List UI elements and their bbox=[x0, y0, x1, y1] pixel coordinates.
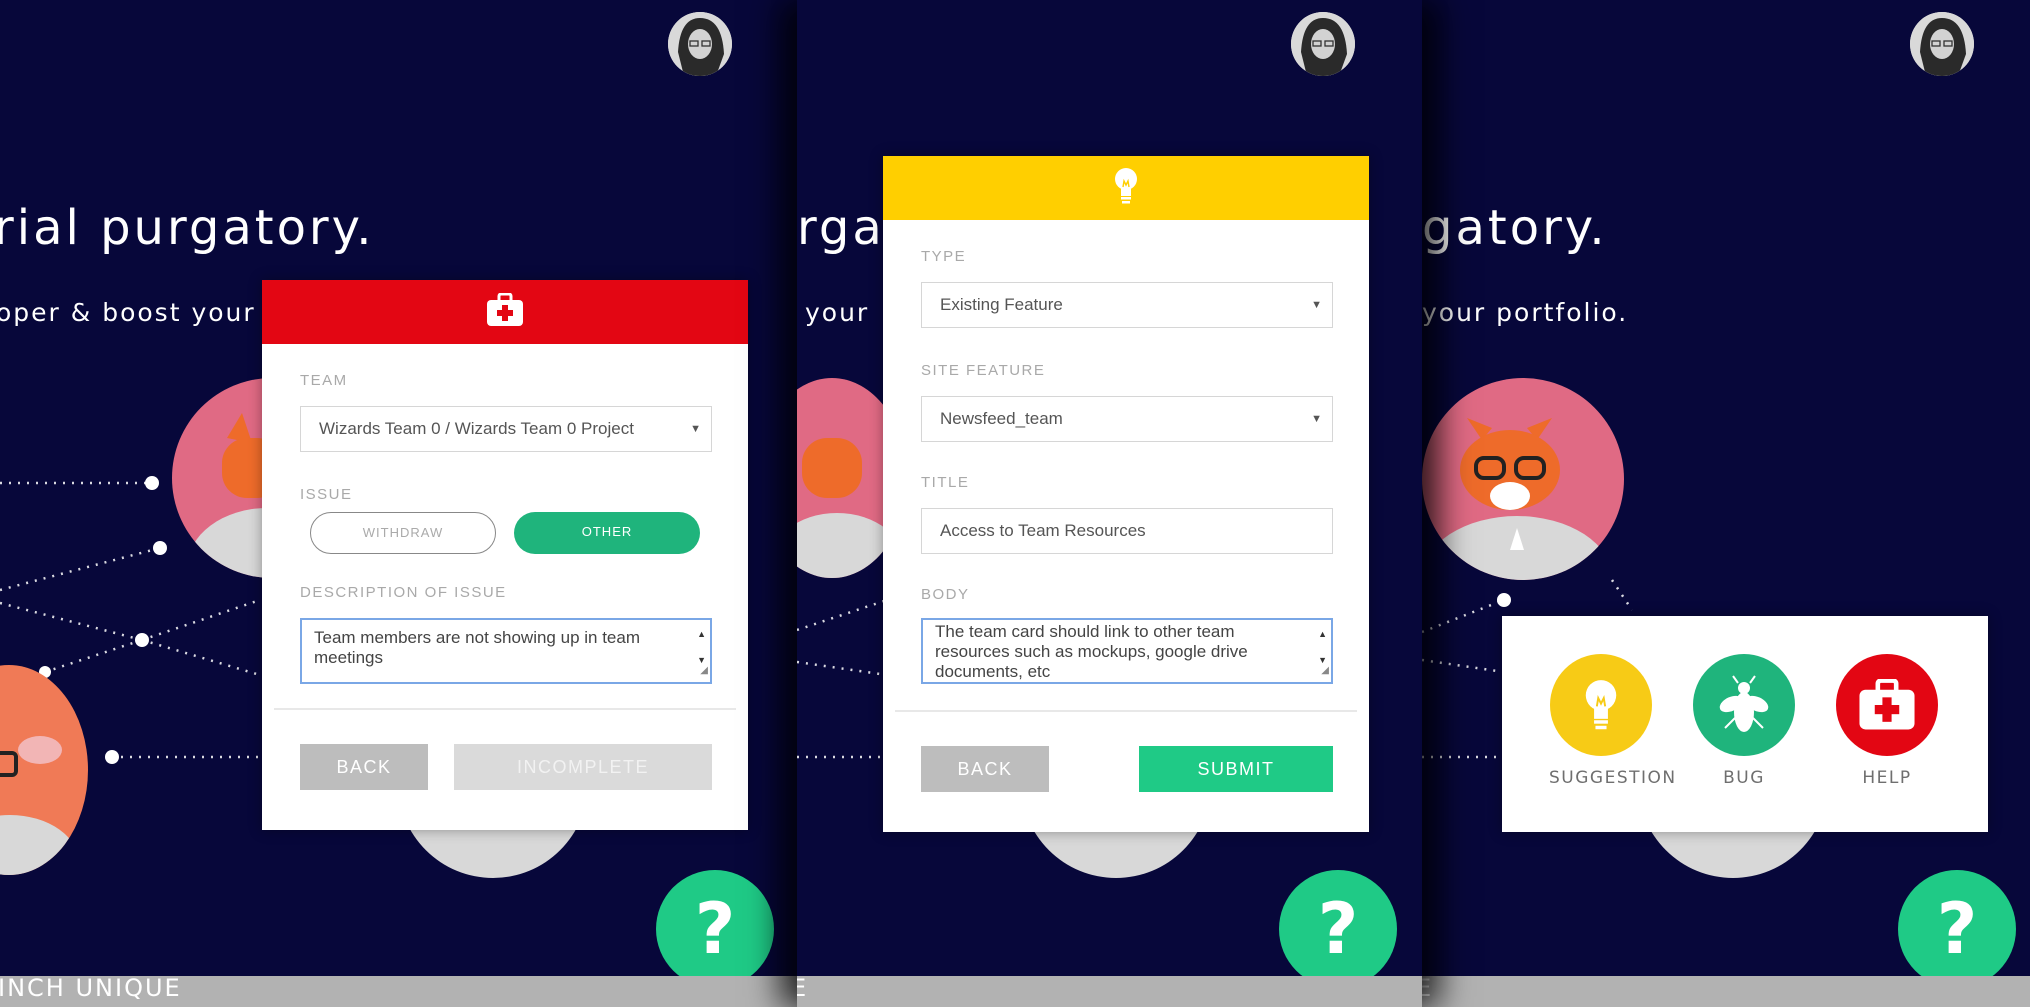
form-divider bbox=[895, 710, 1357, 712]
team-select-value: Wizards Team 0 / Wizards Team 0 Project bbox=[319, 419, 634, 438]
bug-icon[interactable] bbox=[1693, 654, 1795, 756]
screen-help-form: rial purgatory. oper & boost your p TEAM… bbox=[0, 0, 797, 1007]
type-select-value: Existing Feature bbox=[940, 295, 1063, 314]
first-aid-kit-icon bbox=[486, 292, 524, 332]
screen-suggestion-form: rgat your TYPE Existing Feature ▼ SITE F… bbox=[797, 0, 1422, 1007]
team-select[interactable]: Wizards Team 0 / Wizards Team 0 Project … bbox=[300, 406, 712, 452]
type-select[interactable]: Existing Feature ▼ bbox=[921, 282, 1333, 328]
first-aid-kit-icon[interactable] bbox=[1836, 654, 1938, 756]
caret-down-icon: ▼ bbox=[1311, 413, 1322, 425]
withdraw-option[interactable]: WITHDRAW bbox=[310, 512, 496, 554]
resize-handle-icon[interactable]: ◢ bbox=[700, 661, 708, 681]
footer-text: E bbox=[1422, 976, 1434, 1002]
user-avatar[interactable] bbox=[1910, 12, 1974, 76]
help-fab-button[interactable]: ? bbox=[1898, 870, 2016, 988]
back-button[interactable]: BACK bbox=[921, 746, 1049, 792]
footer-strip: INCH UNIQUE bbox=[0, 976, 797, 1007]
lightbulb-icon bbox=[1113, 167, 1139, 210]
description-text: Team members are not showing up in team … bbox=[314, 628, 640, 667]
site-feature-label: SITE FEATURE bbox=[921, 362, 1046, 379]
footer-text: INCH UNIQUE bbox=[0, 976, 182, 1002]
site-feature-select[interactable]: Newsfeed_team ▼ bbox=[921, 396, 1333, 442]
body-textarea[interactable]: The team card should link to other team … bbox=[921, 618, 1333, 684]
bug-menu-item[interactable]: BUG bbox=[1692, 654, 1796, 788]
scroll-up-icon[interactable]: ▲ bbox=[697, 624, 706, 644]
feedback-menu-card: SUGGESTION BUG HELP bbox=[1502, 616, 1988, 832]
type-label: TYPE bbox=[921, 248, 967, 265]
user-avatar[interactable] bbox=[668, 12, 732, 76]
fox-mascot-avatar bbox=[1422, 378, 1624, 580]
user-avatar[interactable] bbox=[1291, 12, 1355, 76]
suggestion-form-modal: TYPE Existing Feature ▼ SITE FEATURE New… bbox=[883, 156, 1369, 832]
help-menu-item[interactable]: HELP bbox=[1835, 654, 1939, 788]
body-label: BODY bbox=[921, 586, 970, 603]
body-text: The team card should link to other team … bbox=[935, 622, 1248, 681]
caret-down-icon: ▼ bbox=[1311, 299, 1322, 311]
hero-heading: gatory. bbox=[1422, 200, 1608, 256]
footer-text: E bbox=[797, 976, 809, 1002]
lightbulb-icon[interactable] bbox=[1550, 654, 1652, 756]
footer-strip: E bbox=[1422, 976, 2030, 1007]
hero-subheading: your portfolio. bbox=[1422, 298, 1629, 327]
team-label: TEAM bbox=[300, 372, 348, 389]
description-label: DESCRIPTION OF ISSUE bbox=[300, 584, 507, 601]
issue-label: ISSUE bbox=[300, 486, 353, 503]
screen-feedback-menu: gatory. your portfolio. SUGGESTION BUG H… bbox=[1422, 0, 2030, 1007]
suggestion-menu-item[interactable]: SUGGESTION bbox=[1549, 654, 1677, 788]
help-form-header bbox=[262, 280, 748, 344]
resize-handle-icon[interactable]: ◢ bbox=[1321, 661, 1329, 681]
description-textarea[interactable]: Team members are not showing up in team … bbox=[300, 618, 712, 684]
other-option[interactable]: OTHER bbox=[514, 512, 700, 554]
scroll-up-icon[interactable]: ▲ bbox=[1318, 624, 1327, 644]
help-form-modal: TEAM Wizards Team 0 / Wizards Team 0 Pro… bbox=[262, 280, 748, 830]
suggestion-form-header bbox=[883, 156, 1369, 220]
hero-subheading: oper & boost your p bbox=[0, 298, 284, 327]
help-fab-button[interactable]: ? bbox=[656, 870, 774, 988]
caret-down-icon: ▼ bbox=[690, 423, 701, 435]
help-fab-button[interactable]: ? bbox=[1279, 870, 1397, 988]
help-label: HELP bbox=[1862, 768, 1912, 788]
site-feature-select-value: Newsfeed_team bbox=[940, 409, 1063, 428]
title-label: TITLE bbox=[921, 474, 970, 491]
form-divider bbox=[274, 708, 736, 710]
submit-button[interactable]: SUBMIT bbox=[1139, 746, 1333, 792]
title-input[interactable]: Access to Team Resources bbox=[921, 508, 1333, 554]
back-button[interactable]: BACK bbox=[300, 744, 428, 790]
incomplete-button[interactable]: INCOMPLETE bbox=[454, 744, 712, 790]
hero-subheading: your bbox=[805, 298, 870, 327]
footer-strip: E bbox=[797, 976, 1422, 1007]
bug-label: BUG bbox=[1723, 768, 1765, 788]
hero-heading: rial purgatory. bbox=[0, 200, 375, 256]
suggestion-label: SUGGESTION bbox=[1549, 768, 1677, 788]
